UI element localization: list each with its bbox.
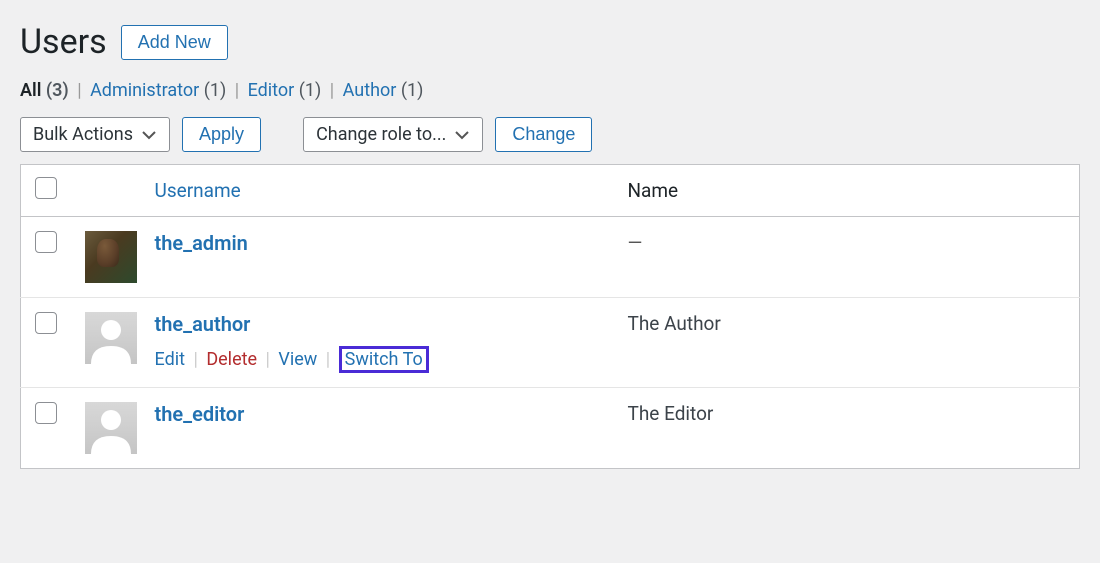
filter-editor[interactable]: Editor (1) — [248, 80, 322, 101]
filter-administrator[interactable]: Administrator (1) — [90, 80, 226, 101]
row-actions: Edit | Delete | View | Switch To — [155, 346, 612, 373]
apply-button[interactable]: Apply — [182, 117, 261, 152]
select-all-checkbox[interactable] — [35, 177, 57, 199]
row-checkbox[interactable] — [35, 402, 57, 424]
table-row: the_author Edit | Delete | View | Switch… — [21, 298, 1080, 388]
change-button[interactable]: Change — [495, 117, 592, 152]
view-link[interactable]: View — [278, 349, 317, 370]
role-filter-bar: All (3) | Administrator (1) | Editor (1)… — [20, 80, 1080, 101]
bulk-actions-select[interactable]: Bulk Actions — [20, 117, 170, 152]
delete-link[interactable]: Delete — [206, 349, 257, 370]
chevron-down-icon — [141, 127, 157, 143]
add-new-button[interactable]: Add New — [121, 25, 228, 60]
name-value: The Editor — [628, 402, 714, 425]
name-value: — — [628, 231, 643, 254]
column-name: Name — [620, 165, 1080, 217]
filter-author[interactable]: Author (1) — [343, 80, 424, 101]
change-role-select[interactable]: Change role to... — [303, 117, 483, 152]
table-row: the_editor The Editor — [21, 388, 1080, 469]
name-value: The Author — [628, 312, 721, 335]
avatar — [85, 402, 137, 454]
column-username[interactable]: Username — [147, 165, 620, 217]
filter-all[interactable]: All (3) — [20, 80, 69, 101]
table-row: the_admin — — [21, 217, 1080, 298]
switch-to-link[interactable]: Switch To — [345, 349, 423, 370]
avatar — [85, 231, 137, 283]
username-link[interactable]: the_author — [155, 312, 251, 336]
page-header: Users Add New — [20, 22, 1080, 62]
username-link[interactable]: the_editor — [155, 402, 245, 426]
users-table: Username Name the_admin — — [20, 164, 1080, 469]
page-title: Users — [20, 22, 107, 62]
chevron-down-icon — [454, 127, 470, 143]
table-nav: Bulk Actions Apply Change role to... Cha… — [20, 117, 1080, 152]
avatar — [85, 312, 137, 364]
row-checkbox[interactable] — [35, 231, 57, 253]
username-link[interactable]: the_admin — [155, 231, 248, 255]
row-checkbox[interactable] — [35, 312, 57, 334]
edit-link[interactable]: Edit — [155, 349, 185, 370]
